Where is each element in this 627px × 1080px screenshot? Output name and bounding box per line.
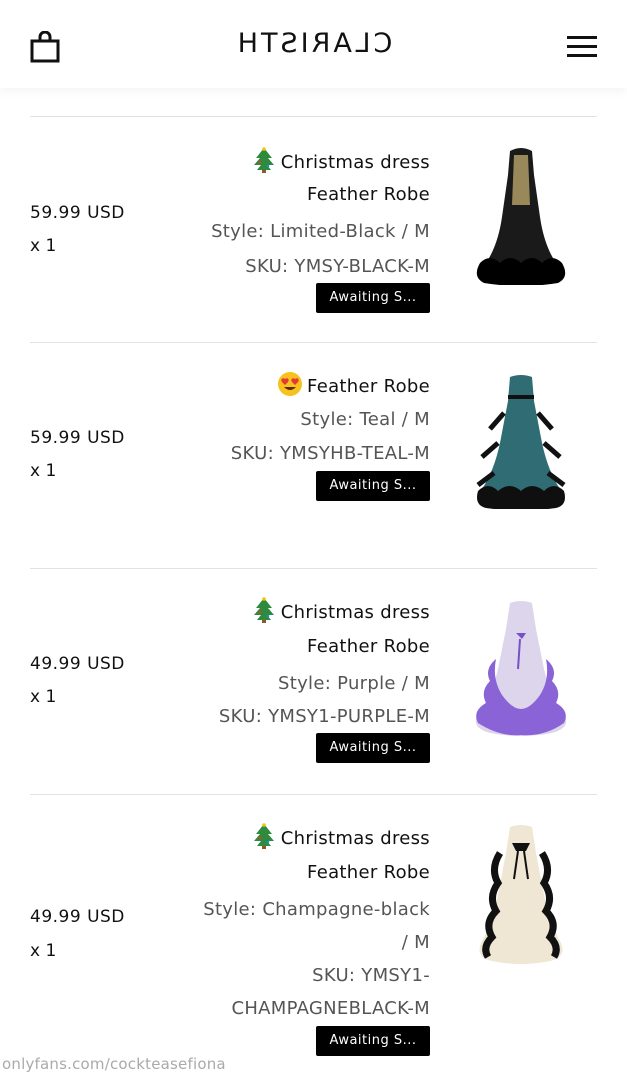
status-badge[interactable]: Awaiting S... (316, 471, 430, 501)
product-image[interactable] (460, 823, 582, 965)
item-sku-cont: CHAMPAGNEBLACK-M (231, 998, 430, 1019)
christmas-tree-emoji-icon (253, 597, 274, 623)
product-image[interactable] (460, 373, 582, 509)
status-badge[interactable]: Awaiting S... (316, 1026, 430, 1056)
item-title-line[interactable]: Christmas dress (251, 597, 430, 623)
status-badge[interactable]: Awaiting S... (316, 283, 430, 313)
item-sku: SKU: YMSY-BLACK-M (245, 256, 430, 277)
order-item: 59.99 USD x 1 Christmas dress Feather Ro… (0, 117, 627, 342)
item-title-line2: Feather Robe (307, 862, 430, 883)
hamburger-menu-icon[interactable] (567, 34, 597, 60)
item-title-line2: Feather Robe (307, 184, 430, 205)
item-quantity: x 1 (30, 461, 57, 481)
item-sku: SKU: YMSY1- (312, 965, 430, 986)
item-title: Christmas dress (280, 152, 430, 173)
item-title-line[interactable]: Christmas dress (251, 823, 430, 849)
product-image[interactable] (460, 599, 582, 739)
item-style: Style: Limited-Black / M (211, 221, 430, 242)
product-image[interactable] (460, 145, 582, 285)
item-title-line[interactable]: Feather Robe (277, 371, 430, 397)
item-quantity: x 1 (30, 941, 57, 961)
heart-eyes-emoji-icon (278, 372, 303, 396)
item-title-line2: Feather Robe (307, 636, 430, 657)
item-sku: SKU: YMSYHB-TEAL-M (230, 443, 430, 464)
item-price: 49.99 USD (30, 654, 125, 674)
item-style-cont: / M (401, 932, 430, 953)
brand-logo[interactable]: CLARISTH (0, 28, 627, 59)
item-style: Style: Purple / M (278, 673, 430, 694)
item-sku: SKU: YMSY1-PURPLE-M (218, 706, 430, 727)
status-badge[interactable]: Awaiting S... (316, 733, 430, 763)
item-title: Christmas dress (280, 602, 430, 623)
item-style: Style: Champagne-black (203, 899, 430, 920)
item-title-line[interactable]: Christmas dress (251, 147, 430, 173)
christmas-tree-emoji-icon (253, 823, 274, 849)
christmas-tree-emoji-icon (253, 147, 274, 173)
order-item: 49.99 USD x 1 Christmas dress Feather Ro… (0, 795, 627, 1080)
item-price: 49.99 USD (30, 907, 125, 927)
order-item: 49.99 USD x 1 Christmas dress Feather Ro… (0, 569, 627, 794)
item-style: Style: Teal / M (300, 409, 430, 430)
item-title: Feather Robe (307, 376, 430, 397)
header: CLARISTH (0, 0, 627, 88)
item-quantity: x 1 (30, 236, 57, 256)
item-price: 59.99 USD (30, 203, 125, 223)
watermark-text: onlyfans.com/cockteasefiona (2, 1055, 226, 1073)
item-title: Christmas dress (280, 828, 430, 849)
order-item: 59.99 USD x 1 Feather Robe Style: Teal /… (0, 343, 627, 568)
item-quantity: x 1 (30, 687, 57, 707)
item-price: 59.99 USD (30, 428, 125, 448)
